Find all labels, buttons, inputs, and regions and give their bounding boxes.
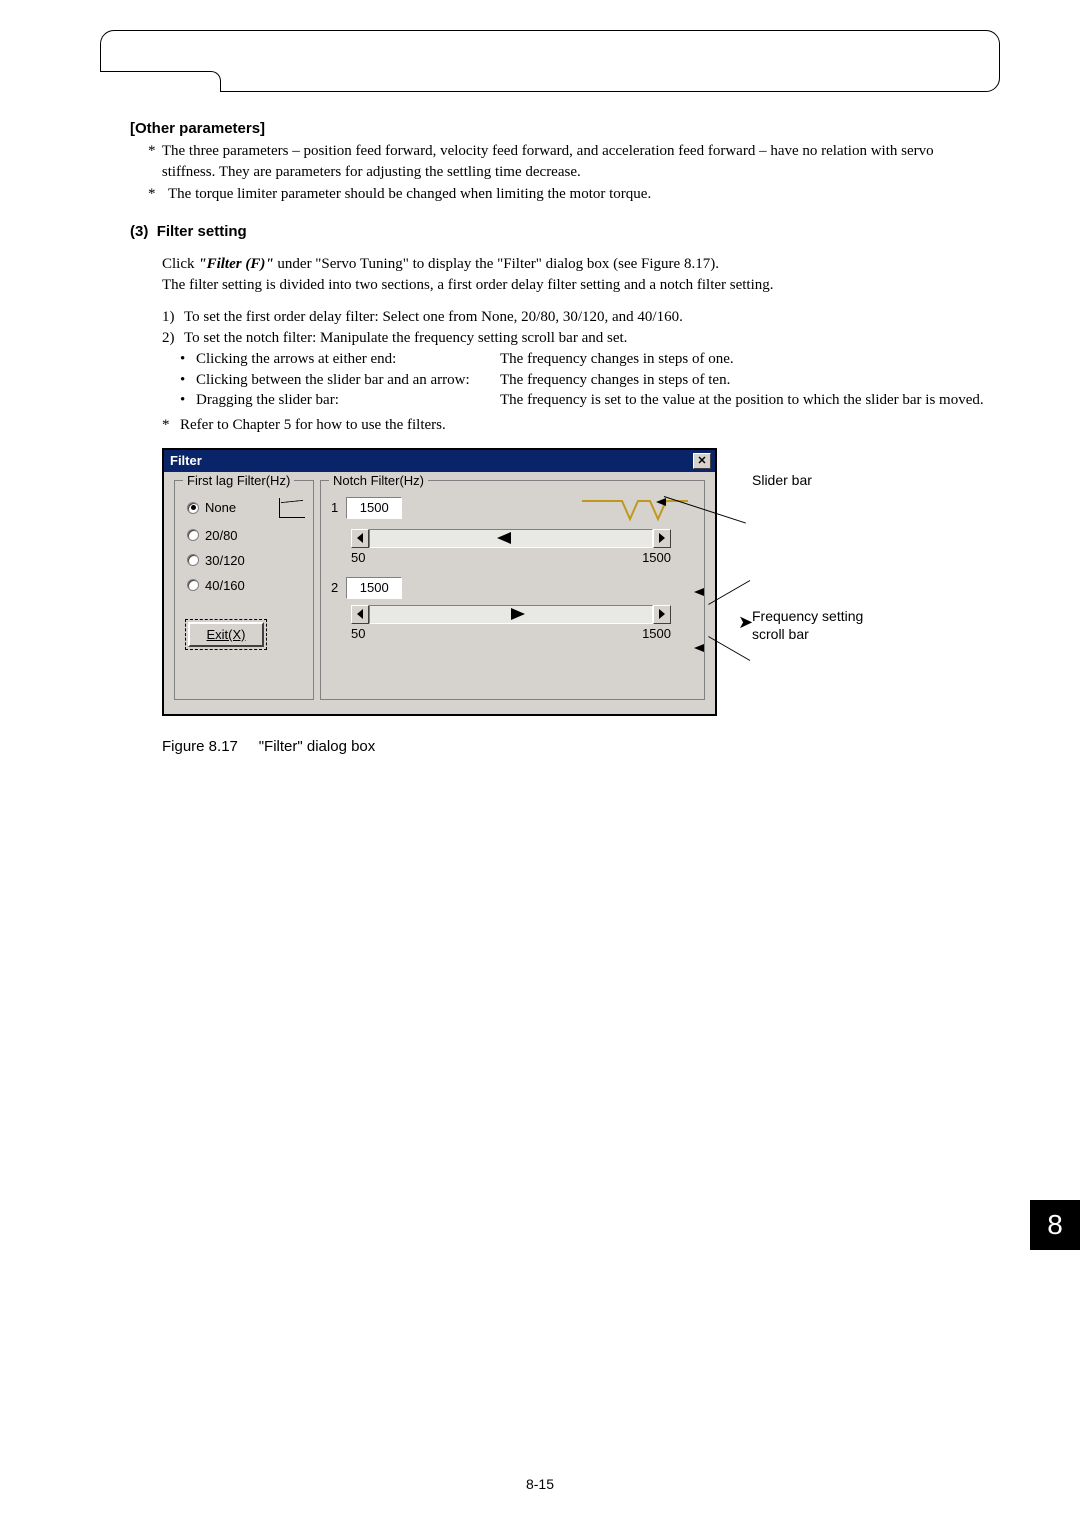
slider-max-2: 1500 bbox=[642, 626, 671, 641]
slider-left-button[interactable] bbox=[351, 529, 369, 548]
callout-freq-1: Frequency setting bbox=[752, 608, 863, 624]
slider-right-button[interactable] bbox=[653, 605, 671, 624]
radio-icon[interactable] bbox=[187, 529, 199, 541]
filter-divided-line: The filter setting is divided into two s… bbox=[162, 275, 990, 296]
notch-slider-1[interactable] bbox=[351, 529, 671, 548]
first-lag-group: First lag Filter(Hz) None 20/80 30/120 4… bbox=[174, 480, 314, 700]
bullet-row-2: •Clicking between the slider bar and an … bbox=[180, 370, 1000, 391]
filter-dialog: Filter ✕ First lag Filter(Hz) None 20/80… bbox=[162, 448, 717, 716]
slider-track-1[interactable] bbox=[369, 529, 653, 548]
notch-filter-group: Notch Filter(Hz) 1 1500 50 1500 bbox=[320, 480, 705, 700]
notch-legend: Notch Filter(Hz) bbox=[329, 473, 428, 488]
curve-icon bbox=[279, 498, 305, 518]
step-1: 1)To set the first order delay filter: S… bbox=[162, 307, 990, 328]
notch-value-2[interactable]: 1500 bbox=[346, 577, 402, 599]
figure-caption: Figure 8.17 "Filter" dialog box bbox=[162, 738, 1000, 755]
notch-label-2: 2 bbox=[331, 580, 338, 595]
other-param-text-2: The torque limiter parameter should be c… bbox=[168, 184, 651, 205]
callout-brace-icon: ➤ bbox=[738, 612, 753, 633]
bullet-row-3: •Dragging the slider bar: The frequency … bbox=[180, 390, 1000, 411]
radio-40160[interactable]: 40/160 bbox=[187, 578, 305, 593]
radio-icon[interactable] bbox=[187, 579, 199, 591]
slider-right-button[interactable] bbox=[653, 529, 671, 548]
callout-slider-bar: Slider bar bbox=[752, 472, 812, 488]
slider-min-1: 50 bbox=[351, 550, 365, 565]
bullet-row-1: •Clicking the arrows at either end: The … bbox=[180, 349, 1000, 370]
radio-icon[interactable] bbox=[187, 554, 199, 566]
chevron-right-icon bbox=[659, 533, 665, 543]
callout-freq-2: scroll bar bbox=[752, 626, 809, 642]
radio-2080[interactable]: 20/80 bbox=[187, 528, 305, 543]
step-2: 2)To set the notch filter: Manipulate th… bbox=[162, 328, 990, 349]
chevron-left-icon bbox=[357, 533, 363, 543]
slider-track-2[interactable] bbox=[369, 605, 653, 624]
first-lag-legend: First lag Filter(Hz) bbox=[183, 473, 294, 488]
close-icon[interactable]: ✕ bbox=[693, 453, 711, 469]
other-param-item-1: *The three parameters – position feed fo… bbox=[148, 141, 990, 182]
notch-slider-2[interactable] bbox=[351, 605, 671, 624]
slider-min-2: 50 bbox=[351, 626, 365, 641]
page-number: 8-15 bbox=[0, 1476, 1080, 1492]
slider-left-button[interactable] bbox=[351, 605, 369, 624]
filter-setting-title: Filter setting bbox=[157, 223, 247, 240]
radio-icon[interactable] bbox=[187, 502, 199, 514]
slider-max-1: 1500 bbox=[642, 550, 671, 565]
filter-setting-heading: (3) Filter setting bbox=[130, 223, 1000, 240]
chevron-left-icon bbox=[357, 609, 363, 619]
other-param-item-2: *The torque limiter parameter should be … bbox=[148, 184, 990, 205]
dialog-title: Filter bbox=[170, 453, 202, 468]
page-header-frame bbox=[100, 30, 1000, 92]
exit-button[interactable]: Exit(X) bbox=[185, 619, 267, 650]
notch-label-1: 1 bbox=[331, 500, 338, 515]
other-parameters-heading: [Other parameters] bbox=[130, 120, 1000, 137]
chevron-right-icon bbox=[659, 609, 665, 619]
radio-none[interactable]: None bbox=[187, 498, 305, 518]
other-param-text-1: The three parameters – position feed for… bbox=[162, 141, 990, 182]
chapter-tab: 8 bbox=[1030, 1200, 1080, 1250]
dialog-titlebar[interactable]: Filter ✕ bbox=[164, 450, 715, 472]
filter-click-line: Click "Filter (F)" under "Servo Tuning" … bbox=[162, 254, 990, 275]
refer-note: *Refer to Chapter 5 for how to use the f… bbox=[162, 417, 1000, 434]
figure-wrap: Filter ✕ First lag Filter(Hz) None 20/80… bbox=[162, 448, 1000, 716]
notch-graph-1 bbox=[580, 493, 690, 523]
radio-30120[interactable]: 30/120 bbox=[187, 553, 305, 568]
filter-setting-number: (3) bbox=[130, 223, 148, 240]
notch-value-1[interactable]: 1500 bbox=[346, 497, 402, 519]
